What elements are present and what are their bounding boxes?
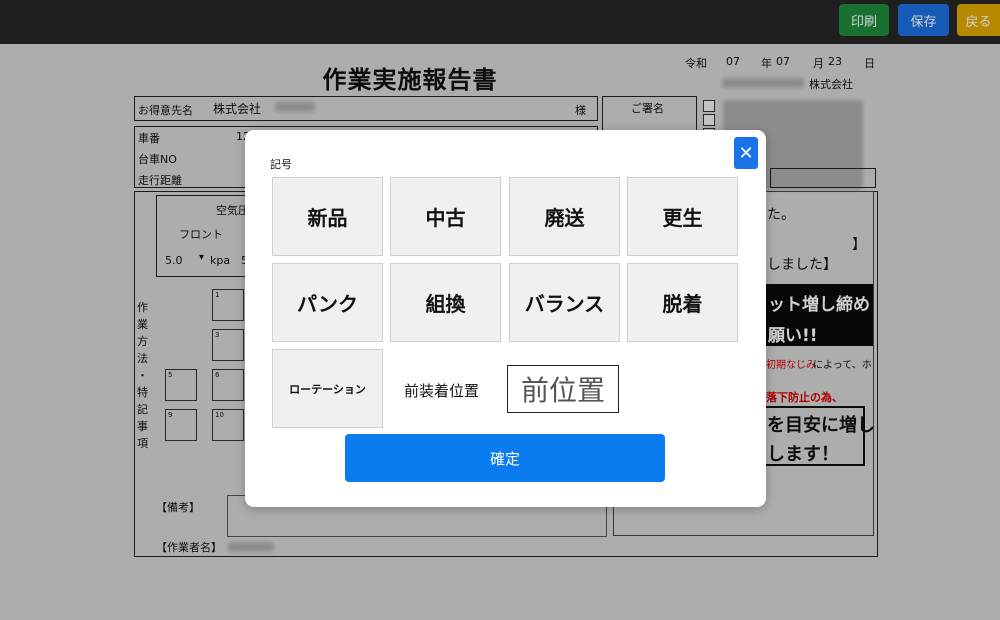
confirm-button[interactable]: 確定: [345, 434, 665, 482]
symbol-button-balance[interactable]: バランス: [509, 263, 620, 342]
close-icon[interactable]: ✕: [734, 137, 758, 169]
symbol-button-new[interactable]: 新品: [272, 177, 383, 256]
symbol-button-rotation[interactable]: ローテーション: [272, 349, 383, 428]
symbol-button-detach[interactable]: 脱着: [627, 263, 738, 342]
position-label: 前装着位置: [404, 382, 480, 400]
position-field[interactable]: 前位置: [507, 365, 619, 413]
symbol-button-retread[interactable]: 更生: [627, 177, 738, 256]
symbol-modal: 記号 ✕ 新品 中古 廃送 更生 パンク 組換 バランス 脱着 ローテーション …: [245, 130, 766, 507]
symbol-button-puncture[interactable]: パンク: [272, 263, 383, 342]
symbol-button-used[interactable]: 中古: [390, 177, 501, 256]
symbol-button-remount[interactable]: 組換: [390, 263, 501, 342]
symbol-button-disposal[interactable]: 廃送: [509, 177, 620, 256]
modal-label: 記号: [270, 158, 292, 171]
